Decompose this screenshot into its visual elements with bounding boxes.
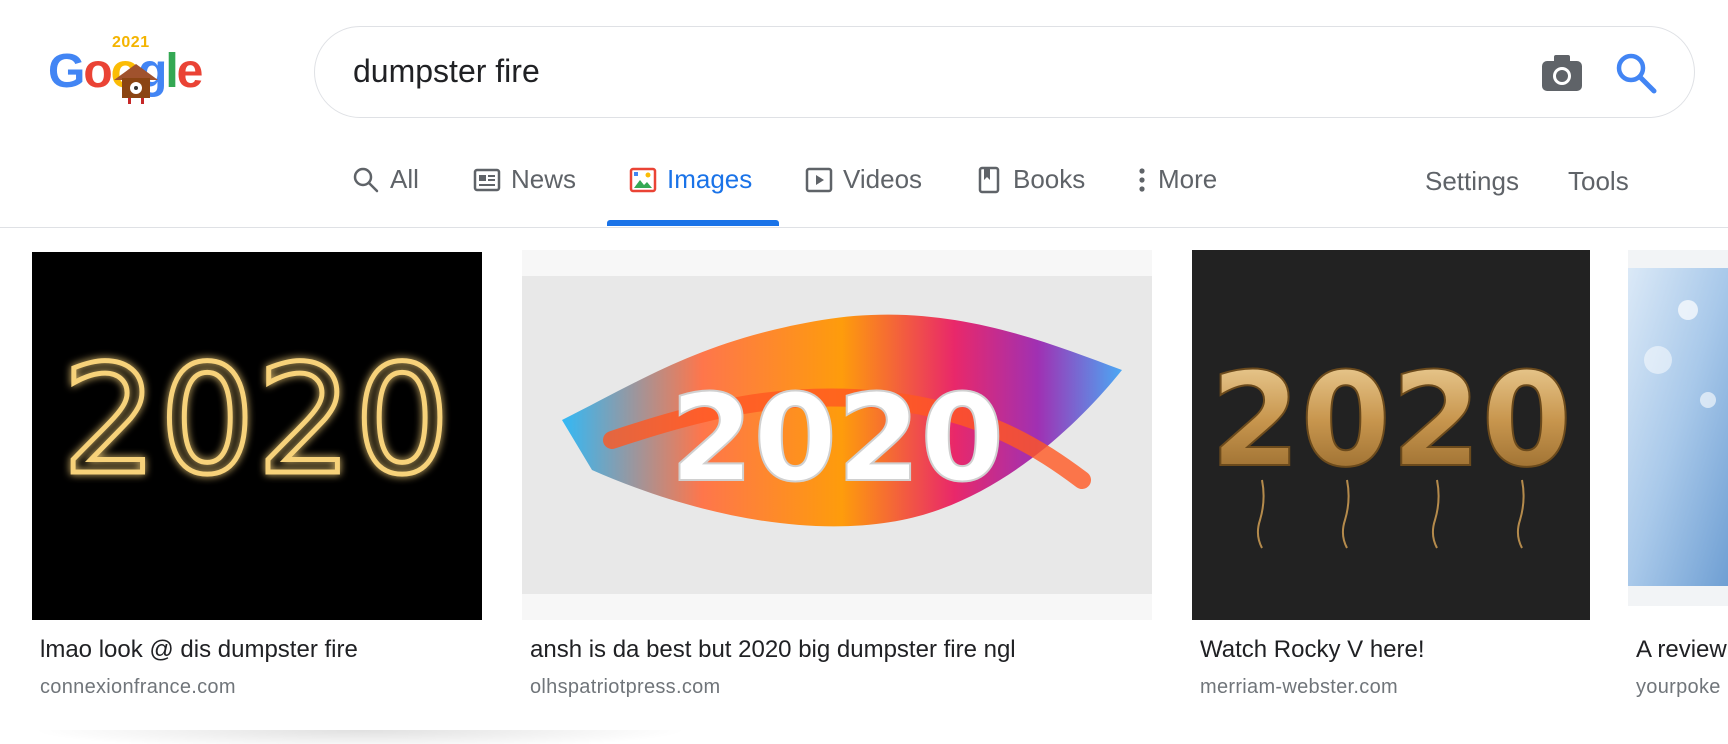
bottom-shadow	[30, 730, 690, 744]
svg-text:2020: 2020	[1210, 344, 1572, 496]
svg-text:2020: 2020	[62, 334, 452, 508]
image-result[interactable]: 2020 lmao look @ dis dumpster fire conne…	[32, 250, 482, 710]
result-title[interactable]: Watch Rocky V here!	[1200, 636, 1425, 664]
search-box	[314, 26, 1695, 118]
result-thumbnail[interactable]: 2020	[522, 250, 1152, 620]
svg-text:2020: 2020	[670, 370, 1004, 509]
tools-link[interactable]: Tools	[1568, 166, 1629, 197]
image-icon	[629, 167, 657, 193]
play-icon	[805, 167, 833, 193]
result-title[interactable]: ansh is da best but 2020 big dumpster fi…	[530, 636, 1016, 664]
tab-books[interactable]: Books	[975, 164, 1085, 226]
book-icon	[978, 166, 1000, 194]
search-icon[interactable]	[1614, 51, 1658, 95]
result-thumbnail[interactable]: 2020	[1192, 250, 1590, 620]
tab-videos[interactable]: Videos	[805, 164, 922, 226]
image-result[interactable]: 2020 ansh is da best but 2020 big dumpst…	[522, 250, 1152, 710]
cuckoo-clock-icon	[114, 64, 158, 104]
newspaper-icon	[473, 168, 501, 192]
tab-label: Books	[1013, 164, 1086, 194]
result-source[interactable]: connexionfrance.com	[40, 676, 236, 699]
result-title[interactable]: lmao look @ dis dumpster fire	[40, 636, 358, 664]
tab-images[interactable]: Images	[629, 164, 752, 226]
tab-label: All	[390, 164, 419, 194]
tab-label: More	[1158, 164, 1218, 194]
image-result[interactable]: A review yourpoke	[1628, 250, 1728, 710]
result-source[interactable]: olhspatriotpress.com	[530, 676, 721, 699]
tab-label: Images	[667, 164, 753, 194]
search-input[interactable]	[353, 53, 1453, 90]
search-icon	[353, 167, 379, 193]
camera-icon[interactable]	[1540, 53, 1584, 93]
tab-label: News	[511, 164, 577, 194]
result-source[interactable]: merriam-webster.com	[1200, 676, 1398, 699]
google-doodle-logo[interactable]: 2021 Google	[48, 30, 218, 110]
result-thumbnail[interactable]: 2020	[32, 252, 482, 620]
tab-more[interactable]: More	[1136, 164, 1217, 226]
result-source[interactable]: yourpoke	[1636, 676, 1721, 699]
result-title[interactable]: A review	[1636, 636, 1727, 664]
tab-all[interactable]: All	[352, 164, 419, 226]
image-result[interactable]: 2020 Watch Rocky V here! merriam-webster…	[1192, 250, 1590, 710]
search-tabs: All News Images Videos Books More Settin…	[0, 150, 1728, 228]
active-tab-indicator	[607, 220, 779, 226]
more-vert-icon	[1139, 168, 1145, 192]
tab-news[interactable]: News	[473, 164, 576, 226]
settings-link[interactable]: Settings	[1425, 166, 1519, 197]
result-thumbnail[interactable]	[1628, 250, 1728, 606]
tab-label: Videos	[843, 164, 923, 194]
